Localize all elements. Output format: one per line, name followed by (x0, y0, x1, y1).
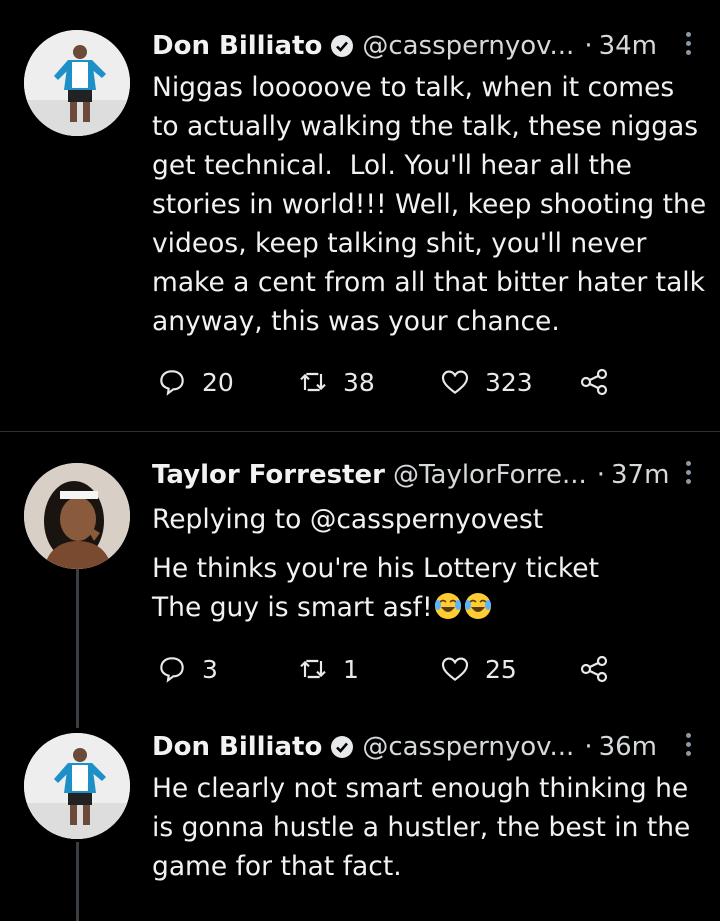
tweet-text: He clearly not smart enough thinking he … (152, 769, 712, 886)
retweet-count: 1 (343, 654, 359, 684)
heart-icon (441, 657, 469, 682)
retweet-button[interactable]: 38 (297, 362, 375, 402)
verified-badge-icon (331, 35, 354, 57)
like-button[interactable]: 323 (439, 362, 533, 402)
tweet-3[interactable]: Don Billiato @casspernyov... · 36m He cl… (0, 727, 720, 921)
timestamp[interactable]: 34m (599, 31, 657, 61)
separator: · (584, 732, 593, 762)
reply-icon (160, 370, 184, 396)
reply-icon (160, 657, 184, 683)
divider (0, 431, 720, 432)
reply-button[interactable]: 3 (156, 649, 218, 689)
more-vertical-icon[interactable] (686, 461, 692, 488)
text-line: stories in world!!! Well, keep shooting … (152, 189, 707, 220)
tweet-1[interactable]: Don Billiato @casspernyov... · 34m Nigga… (0, 26, 720, 431)
text-line: to actually walking the talk, these nigg… (152, 111, 699, 142)
more-vertical-icon[interactable] (686, 32, 692, 59)
avatar[interactable] (24, 463, 130, 569)
retweet-button[interactable]: 1 (297, 649, 359, 689)
handle[interactable]: @casspernyov... (362, 31, 574, 61)
text-line: game for that fact. (152, 851, 402, 882)
timestamp[interactable]: 37m (611, 460, 669, 490)
timestamp[interactable]: 36m (599, 732, 657, 762)
tweet-header: Taylor Forrester @TaylorForre... · 37m (152, 455, 720, 495)
tweet-text: Niggas looooove to talk, when it comes t… (152, 68, 712, 341)
heart-icon (441, 370, 469, 395)
text-line: videos, keep talking shit, you'll never (152, 228, 647, 259)
like-count: 25 (485, 654, 517, 684)
tweet-text: He thinks you're his Lottery ticket The … (152, 549, 712, 627)
face-with-tears-of-joy-icon (434, 593, 461, 619)
text-line: make a cent from all that bitter hater t… (152, 267, 706, 298)
text-line: is gonna hustle a hustler, the best in t… (152, 812, 691, 843)
retweet-icon (300, 659, 326, 679)
display-name[interactable]: Don Billiato (152, 31, 322, 61)
text-line-with-emoji: The guy is smart asf! (152, 588, 712, 627)
text-line: Niggas looooove to talk, when it comes (152, 72, 675, 103)
like-button[interactable]: 25 (439, 649, 517, 689)
share-icon (580, 655, 608, 683)
text-line: get technical. Lol. You'll hear all the (152, 150, 632, 181)
avatar[interactable] (24, 733, 130, 839)
display-name[interactable]: Taylor Forrester (152, 460, 385, 490)
like-count: 323 (485, 367, 533, 397)
face-with-tears-of-joy-icon (464, 593, 491, 619)
handle[interactable]: @TaylorForre... (393, 460, 587, 490)
tweet-2[interactable]: Taylor Forrester @TaylorForre... · 37m R… (0, 455, 720, 715)
tweet-header: Don Billiato @casspernyov... · 34m (152, 26, 720, 66)
retweet-count: 38 (343, 367, 375, 397)
text-line: He clearly not smart enough thinking he (152, 773, 689, 804)
text-line: anyway, this was your chance. (152, 306, 560, 337)
reply-button[interactable]: 20 (156, 362, 234, 402)
retweet-icon (300, 372, 326, 392)
tweet-header: Don Billiato @casspernyov... · 36m (152, 727, 720, 767)
text-line: He thinks you're his Lottery ticket (152, 553, 599, 584)
more-vertical-icon[interactable] (686, 733, 692, 760)
verified-badge-icon (331, 736, 354, 758)
action-bar: 20 38 323 (152, 362, 672, 402)
reply-count: 3 (202, 654, 218, 684)
separator: · (584, 31, 593, 61)
reply-count: 20 (202, 367, 234, 397)
handle[interactable]: @casspernyov... (362, 732, 574, 762)
action-bar: 3 1 25 (152, 649, 672, 689)
share-button[interactable] (578, 649, 624, 689)
avatar[interactable] (24, 30, 130, 136)
share-icon (580, 368, 608, 396)
share-button[interactable] (578, 362, 624, 402)
separator: · (596, 460, 605, 490)
replying-to[interactable]: Replying to @casspernyovest (152, 500, 543, 539)
display-name[interactable]: Don Billiato (152, 732, 322, 762)
text-line: The guy is smart asf! (152, 592, 433, 623)
